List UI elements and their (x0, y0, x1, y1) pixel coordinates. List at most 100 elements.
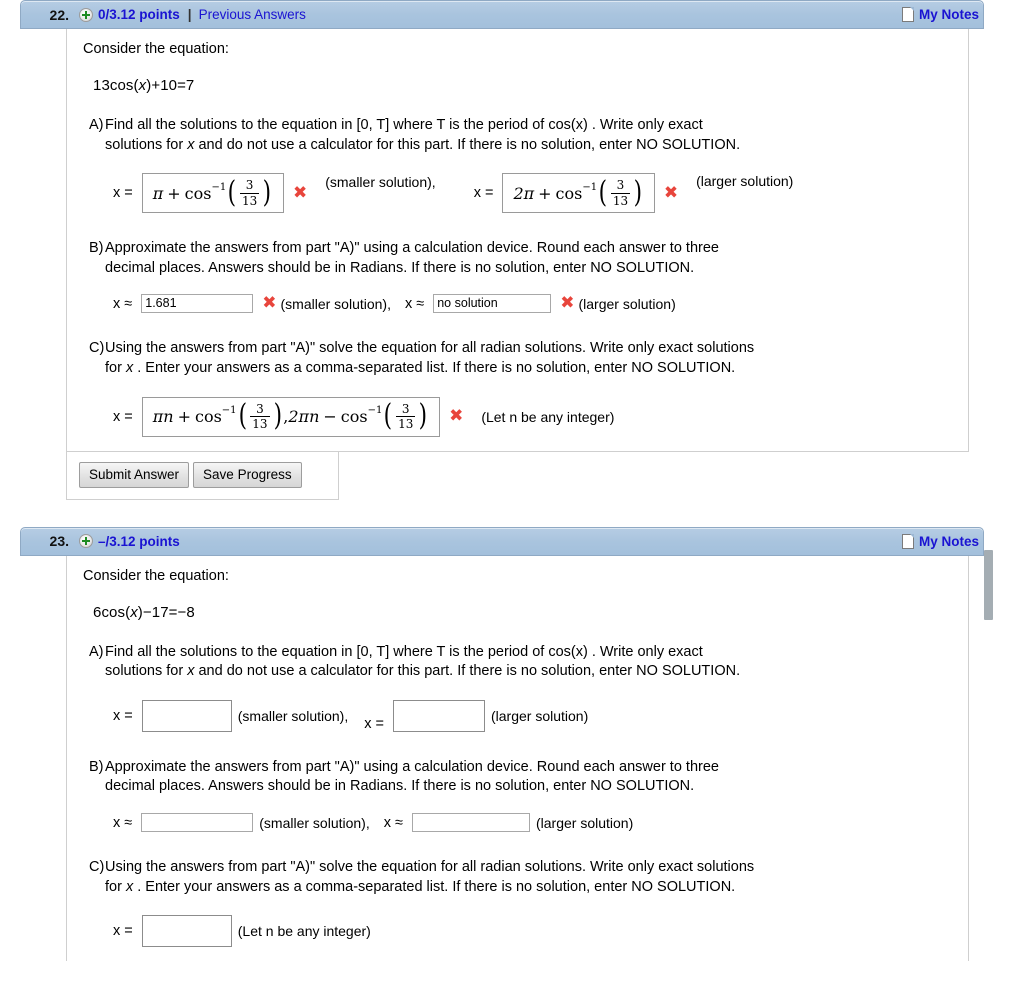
answer-b2-input-23[interactable] (411, 813, 530, 832)
question-23-body: Consider the equation: 6cos(x)−17=−8 A) … (66, 555, 969, 962)
part-a-text-23: Find all the solutions to the equation i… (105, 643, 740, 682)
part-c-line2a-22: for (105, 360, 126, 376)
submit-answer-button[interactable]: Submit Answer (79, 461, 190, 488)
note-page-icon (901, 7, 914, 22)
expand-plus-icon[interactable] (79, 7, 93, 22)
answer-c-input-23[interactable] (141, 915, 232, 948)
a2-op-22: + (538, 183, 552, 203)
answer-a2-input-23[interactable] (392, 699, 485, 732)
a1-op-22: + (167, 183, 181, 203)
answer-c-label-22: x = (113, 408, 133, 425)
my-notes-label-23: My Notes (918, 533, 979, 549)
vertical-scrollbar-thumb[interactable] (984, 550, 993, 620)
part-c-answers-23: x = (Let n be any integer) (83, 915, 956, 948)
part-b-23: B) Approximate the answers from part "A)… (83, 758, 956, 797)
part-a-line1-22: Find all the solutions to the equation i… (105, 117, 703, 133)
c-fraction1-22: 3 13 (250, 401, 270, 431)
expand-plus-icon-23[interactable] (79, 534, 93, 549)
c-paren1-close-22: ) (273, 398, 282, 434)
part-a-line2b-22: and do not use a calculator for this par… (194, 136, 741, 153)
answer-a1-label-23: x = (113, 707, 133, 724)
answer-a1-incorrect-icon-22: ✖ (292, 182, 308, 203)
c-mid-n-22: n (309, 407, 320, 427)
part-b-line1-23: Approximate the answers from part "A)" u… (105, 758, 719, 775)
part-a-23: A) Find all the solutions to the equatio… (83, 643, 956, 682)
header-separator: | (187, 7, 192, 22)
answer-a2-label-22: x = (473, 185, 494, 202)
answer-a1-input-23[interactable] (141, 699, 232, 732)
a1-den-22: 13 (239, 192, 260, 208)
c-exp1-22: −1 (221, 405, 237, 417)
part-c-line1-22: Using the answers from part "A)" solve t… (105, 340, 755, 357)
consider-text-23: Consider the equation: (83, 567, 229, 584)
c-lead-n-22: n (163, 407, 174, 427)
part-c-text-23: Using the answers from part "A)" solve t… (105, 858, 754, 897)
answer-a1-label-22: x = (113, 185, 133, 202)
a1-paren-close-22: ) (262, 174, 272, 210)
c-fraction2-22: 3 13 (396, 401, 416, 432)
equation-22-pre: 13cos( (93, 77, 139, 94)
part-a-line1-23: Find all the solutions to the equation i… (105, 643, 703, 660)
a1-func-22: cos (184, 183, 212, 203)
answer-c-hint-22: (Let n be any integer) (481, 408, 615, 425)
save-progress-button[interactable]: Save Progress (193, 461, 302, 488)
a1-num-22: 3 (245, 178, 254, 193)
equation-23-var: x (130, 603, 138, 621)
question-23: 23. –/3.12 points My Notes Consider the … (0, 526, 1024, 962)
answer-b1-input-23[interactable] (141, 813, 254, 832)
answer-b2-input-22[interactable] (433, 294, 552, 314)
answer-a2-hint-23: (larger solution) (490, 707, 589, 724)
answer-a1-mathbox-22[interactable]: π + cos −1 ( 3 13 ) (141, 173, 284, 214)
my-notes-button[interactable]: My Notes (901, 7, 983, 22)
part-b-letter-23: B) (89, 758, 104, 775)
answer-b1-label-22: x ≈ (113, 295, 133, 312)
c-mid-pi-22: 2π (288, 407, 310, 427)
c-op2-22: − (323, 407, 337, 427)
answer-a1-hint-22: (smaller solution), (325, 174, 436, 191)
answer-a2-mathbox-22[interactable]: 2π + cos −1 ( 3 13 ) (502, 173, 655, 214)
previous-answers-link[interactable]: Previous Answers (199, 7, 306, 22)
part-c-line2b-23: . Enter your answers as a comma-separate… (133, 878, 736, 895)
part-c-text-22: Using the answers from part "A)" solve t… (105, 339, 754, 378)
answer-b2-label-23: x ≈ (383, 814, 403, 831)
a2-num-22: 3 (616, 178, 625, 193)
question-22-number: 22. (49, 6, 69, 23)
a2-paren-close-22: ) (633, 174, 643, 210)
a1-fraction-22: 3 13 (239, 178, 260, 208)
a2-exp-22: −1 (582, 181, 598, 193)
answer-b2-label-22: x ≈ (404, 295, 425, 312)
answer-c-incorrect-icon-22: ✖ (449, 406, 464, 427)
answer-c-label-23: x = (113, 923, 133, 940)
part-a-answers-23: x = (smaller solution), x = (larger solu… (83, 699, 956, 732)
c-num1-22: 3 (256, 401, 264, 416)
answer-b1-input-22[interactable] (141, 294, 254, 314)
my-notes-label: My Notes (918, 7, 979, 22)
part-c-letter-23: C) (89, 859, 105, 875)
part-b-22: B) Approximate the answers from part "A)… (83, 239, 956, 278)
part-c-line2a-23: for (105, 878, 126, 895)
c-den2-22: 13 (396, 416, 416, 432)
part-c-answers-22: x = πn + cos −1 ( 3 13 ) , 2π n − cos −1… (83, 396, 956, 437)
c-lead-pi-22: π (152, 407, 164, 427)
note-page-icon-23 (901, 533, 914, 549)
part-c-letter-22: C) (89, 340, 105, 357)
my-notes-button-23[interactable]: My Notes (901, 533, 983, 549)
answer-c-hint-23: (Let n be any integer) (237, 923, 371, 940)
answer-a2-incorrect-icon-22: ✖ (663, 182, 679, 203)
part-a-22: A) Find all the solutions to the equatio… (83, 116, 956, 155)
part-a-letter-22: A) (89, 117, 104, 133)
part-b-line1-22: Approximate the answers from part "A)" u… (105, 240, 719, 257)
question-22-header: 22. 0/3.12 points | Previous Answers My … (20, 0, 984, 29)
answer-b2-hint-23: (larger solution) (535, 814, 634, 831)
part-a-letter-23: A) (89, 643, 104, 660)
answer-c-mathbox-22[interactable]: πn + cos −1 ( 3 13 ) , 2π n − cos −1 (3… (141, 396, 441, 437)
part-a-line2a-23: solutions for (105, 663, 188, 680)
c-paren2-close-22: ) (418, 398, 428, 434)
consider-text-22: Consider the equation: (83, 41, 229, 57)
c-num2-22: 3 (401, 401, 410, 416)
part-a-line2a-22: solutions for (105, 136, 188, 153)
equation-23-post: )−17=−8 (137, 603, 195, 621)
question-23-points: –/3.12 points (98, 533, 180, 549)
part-c-22: C) Using the answers from part "A)" solv… (83, 339, 956, 378)
answer-b2-hint-22: (larger solution) (578, 295, 676, 312)
